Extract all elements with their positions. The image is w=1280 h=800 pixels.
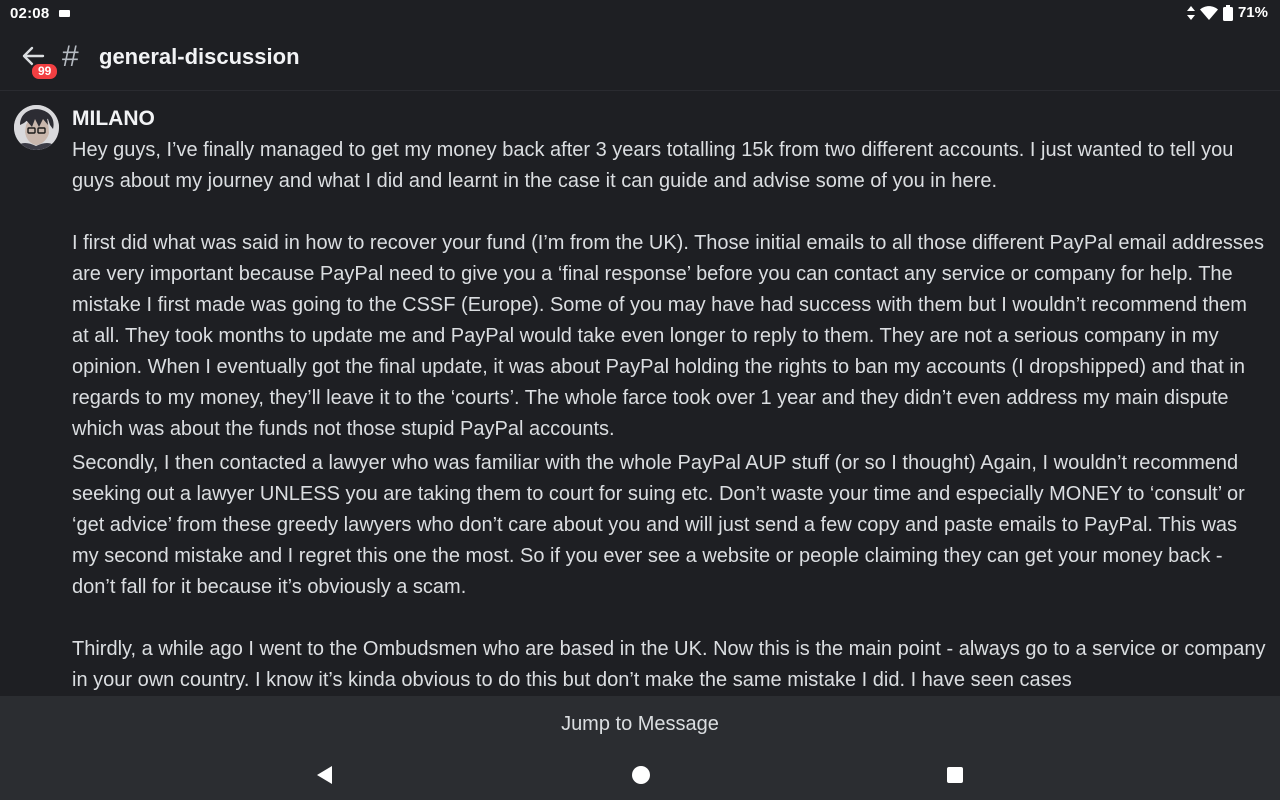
status-bar: 02:08 71% [0, 0, 1280, 28]
battery-percent: 71% [1237, 4, 1268, 21]
message-author[interactable]: MILANO [72, 107, 155, 131]
triangle-back-icon [315, 765, 333, 790]
message-content: Hey guys, I’ve finally managed to get my… [72, 135, 1268, 696]
system-nav-bar [0, 752, 1280, 800]
nav-back-button[interactable] [309, 762, 339, 792]
square-recents-icon [946, 766, 964, 789]
channel-title[interactable]: general-discussion [99, 44, 300, 70]
circle-home-icon [631, 765, 651, 790]
battery-icon [1222, 4, 1233, 21]
nav-recents-button[interactable] [940, 762, 970, 792]
channel-header: 99 # general-discussion [0, 28, 1280, 91]
nav-home-button[interactable] [626, 762, 656, 792]
message-list[interactable]: MILANO Hey guys, I’ve finally managed to… [0, 91, 1280, 696]
status-time: 02:08 [10, 5, 50, 22]
message-paragraph: I first did what was said in how to reco… [72, 232, 1265, 440]
mention-badge: 99 [30, 62, 60, 81]
jump-to-message-button[interactable]: Jump to Message [0, 696, 1280, 752]
message-paragraph: Hey guys, I’ve finally managed to get my… [72, 139, 1234, 192]
data-arrows-icon [1186, 5, 1195, 20]
status-right: 71% [1186, 4, 1268, 21]
message-paragraph: Thirdly, a while ago I went to the Ombud… [72, 638, 1266, 691]
wifi-icon [1199, 5, 1218, 20]
avatar[interactable] [14, 105, 59, 150]
notification-icon [59, 10, 70, 17]
message-paragraph: Secondly, I then contacted a lawyer who … [72, 452, 1245, 598]
hash-icon: # [62, 40, 79, 73]
